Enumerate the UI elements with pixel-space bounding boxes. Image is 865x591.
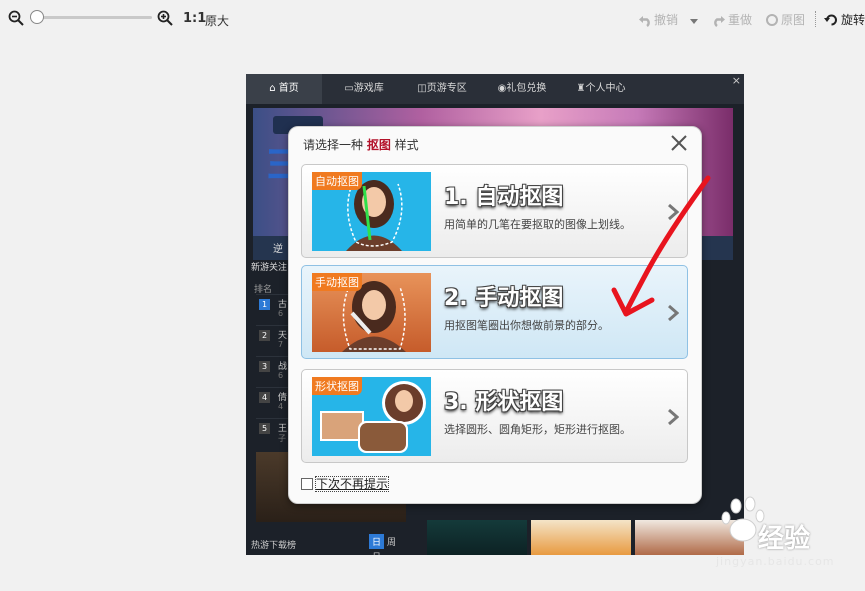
toolbar: 1:1 原大 撤销 重做 原图 旋转 [0, 0, 865, 40]
client-tab-webgames: ◫页游专区 [417, 83, 467, 94]
manual-cutout-description: 用抠图笔圈出你想做前景的部分。 [444, 319, 609, 332]
dont-show-again-label[interactable]: 下次不再提示 [315, 476, 390, 492]
auto-cutout-option[interactable]: 自动抠图 1. 自动抠图 用简单的几笔在要抠取的图像上划线。 [301, 164, 688, 258]
rotate-icon [824, 14, 837, 26]
redo-button[interactable]: 重做 [712, 11, 752, 28]
undo-label: 撤销 [654, 13, 679, 27]
rotate-button[interactable]: 旋转 [824, 11, 865, 28]
dialog-title-prefix: 请选择一种 [303, 138, 367, 152]
undo-button[interactable]: 撤销 [638, 11, 678, 28]
client-tab-games: ▭游戏库 [344, 83, 384, 94]
watermark-url: jingyan.baidu.com [716, 555, 835, 568]
redo-label: 重做 [728, 13, 753, 27]
checkbox-box[interactable] [301, 478, 313, 490]
rank-number: 3 [259, 361, 270, 372]
manual-cutout-tag: 手动抠图 [312, 273, 362, 291]
client-tab-label: 页游专区 [426, 83, 467, 94]
new-games-title: 新游关注 [251, 263, 288, 273]
hot-downloads-tabs: 日周月 [369, 534, 411, 555]
auto-cutout-title: 1. 自动抠图 [444, 185, 564, 210]
period-tab: 周 [387, 538, 397, 548]
period-tab: 月 [369, 549, 384, 555]
manual-cutout-thumbnail: 手动抠图 [312, 273, 431, 352]
undo-dropdown-icon[interactable] [689, 12, 701, 26]
auto-cutout-thumbnail: 自动抠图 [312, 172, 431, 251]
chevron-right-icon [668, 203, 679, 221]
game-thumbnail [427, 520, 527, 555]
actual-size-button[interactable]: 1:1 [183, 11, 206, 26]
auto-cutout-description: 用简单的几笔在要抠取的图像上划线。 [444, 218, 631, 231]
rank-number: 5 [259, 423, 270, 434]
rank-sub: 4 [278, 402, 284, 411]
zoom-slider-handle[interactable] [30, 10, 44, 24]
client-tab-home: ⌂ 首页 [246, 74, 322, 104]
client-close-icon: × [731, 74, 741, 87]
rank-number: 1 [259, 299, 270, 310]
dialog-title-suffix: 样式 [390, 138, 419, 152]
cutout-style-dialog: 请选择一种 抠图 样式 自动抠图 1. 自动抠图 用简单的几笔在要抠取的图像上划… [288, 126, 702, 504]
shape-cutout-tag: 形状抠图 [312, 377, 362, 395]
rank-sub: 6 [278, 371, 284, 380]
original-circle-icon [766, 14, 778, 26]
shape-cutout-description: 选择圆形、圆角矩形，矩形进行抠图。 [444, 423, 631, 436]
dialog-title-keyword: 抠图 [366, 138, 391, 152]
shape-cutout-option[interactable]: 形状抠图 3. 形状抠图 选择圆形、圆角矩形，矩形进行抠图。 [301, 369, 688, 463]
client-tab-label: 游戏库 [353, 83, 384, 94]
actual-size-label[interactable]: 原大 [205, 12, 229, 29]
dont-show-again-checkbox[interactable]: 下次不再提示 [301, 475, 390, 492]
zoom-out-icon[interactable] [8, 10, 24, 26]
auto-cutout-tag: 自动抠图 [312, 172, 362, 190]
shape-cutout-thumbnail: 形状抠图 [312, 377, 431, 456]
original-image-button[interactable]: 原图 [765, 11, 805, 28]
rank-sub: 6 [278, 309, 284, 318]
client-nav-bar: ⌂ 首页 ▭游戏库 ◫页游专区 ◉礼包兑换 ♜个人中心 × [246, 74, 744, 104]
client-tab-label: 礼包兑换 [506, 83, 547, 94]
manual-cutout-title: 2. 手动抠图 [444, 286, 564, 311]
client-tab-profile: ♜个人中心 [576, 83, 626, 94]
original-label: 原图 [781, 13, 806, 27]
rank-number: 2 [259, 330, 270, 341]
client-tab-label: 个人中心 [585, 83, 626, 94]
zoom-slider-track[interactable] [36, 16, 152, 19]
watermark-text: 经验 [758, 524, 811, 554]
rotate-label: 旋转 [841, 13, 865, 27]
client-tab-label: 首页 [278, 83, 299, 94]
rank-sub: 子 [278, 434, 286, 443]
rank-sub: 7 [278, 340, 284, 349]
game-thumbnail [531, 520, 631, 555]
client-tab-gifts: ◉礼包兑换 [497, 83, 547, 94]
dialog-title: 请选择一种 抠图 样式 [303, 136, 419, 153]
redo-icon [714, 16, 725, 27]
shape-cutout-title: 3. 形状抠图 [444, 390, 564, 415]
period-tab: 日 [369, 534, 385, 549]
chevron-right-icon [668, 408, 679, 426]
rank-number: 4 [259, 392, 270, 403]
chevron-right-icon [668, 304, 679, 322]
dialog-close-icon[interactable] [669, 133, 689, 153]
zoom-in-icon[interactable] [157, 10, 173, 26]
undo-icon [639, 16, 650, 27]
toolbar-divider [815, 11, 816, 27]
hot-downloads-title: 热游下载榜 [251, 541, 297, 551]
manual-cutout-option[interactable]: 手动抠图 2. 手动抠图 用抠图笔圈出你想做前景的部分。 [301, 265, 688, 359]
